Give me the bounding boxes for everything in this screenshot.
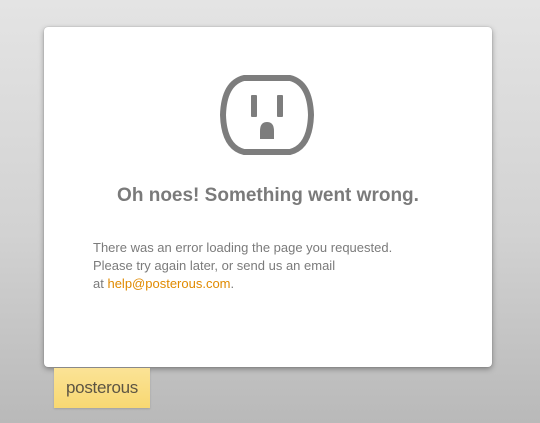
error-message-prefix: at <box>93 276 108 291</box>
error-card: Oh noes! Something went wrong. There was… <box>44 27 492 367</box>
error-message: There was an error loading the page you … <box>93 239 453 293</box>
error-message-line-2: Please try again later, or send us an em… <box>93 258 336 273</box>
error-message-suffix: . <box>230 276 235 291</box>
posterous-logo[interactable]: posterous <box>54 368 150 408</box>
error-title: Oh noes! Something went wrong. <box>117 185 419 206</box>
error-message-line-3: at help@posterous.com. <box>93 275 453 293</box>
support-email-link[interactable]: help@posterous.com <box>107 276 230 291</box>
error-message-line-1: There was an error loading the page you … <box>93 240 393 255</box>
power-outlet-icon <box>220 75 314 155</box>
